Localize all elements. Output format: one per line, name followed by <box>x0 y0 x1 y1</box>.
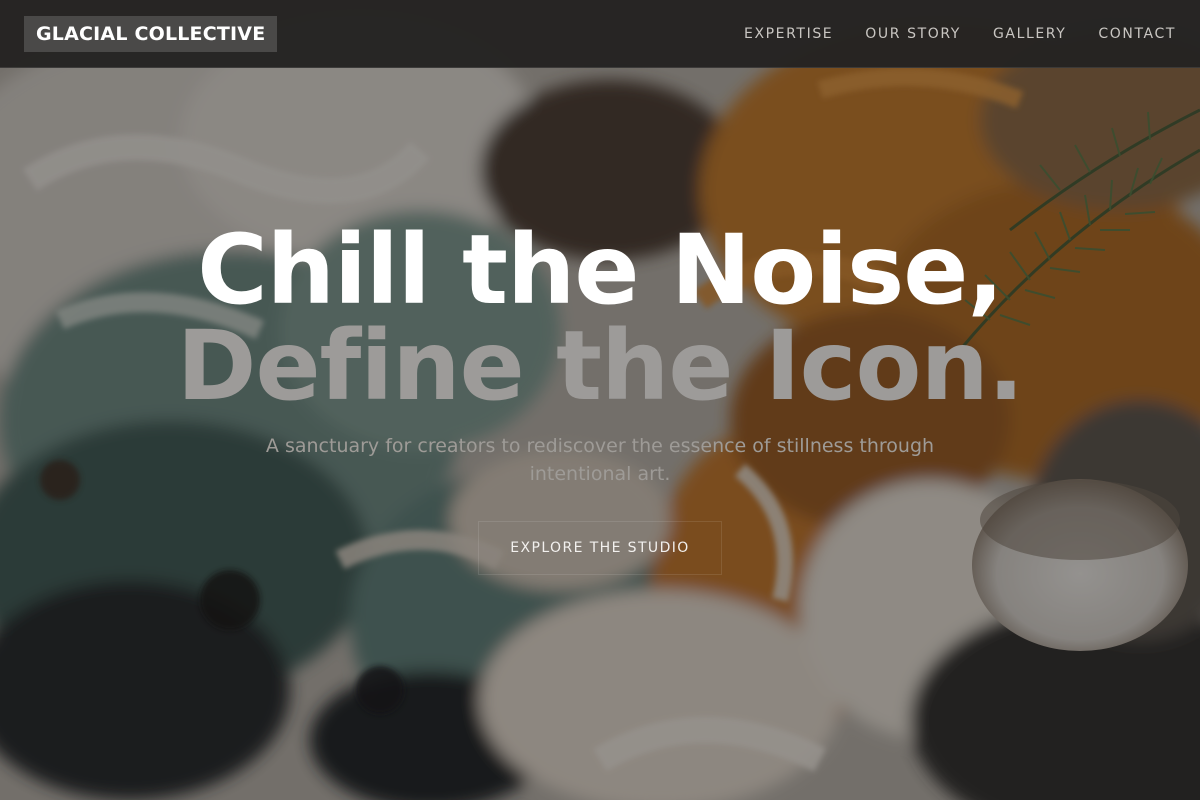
navbar: GLACIAL COLLECTIVE EXPERTISE OUR STORY G… <box>0 0 1200 68</box>
nav-link-expertise[interactable]: EXPERTISE <box>744 26 833 42</box>
hero-headline-primary: Chill the Noise, <box>197 214 1004 326</box>
brand-logo[interactable]: GLACIAL COLLECTIVE <box>24 16 278 52</box>
explore-studio-button[interactable]: EXPLORE THE STUDIO <box>478 521 722 575</box>
page: GLACIAL COLLECTIVE EXPERTISE OUR STORY G… <box>0 0 1200 800</box>
nav-link-contact[interactable]: CONTACT <box>1098 26 1176 42</box>
nav-links: EXPERTISE OUR STORY GALLERY CONTACT <box>712 0 1176 68</box>
nav-link-gallery[interactable]: GALLERY <box>993 26 1066 42</box>
hero-section: Chill the Noise, Define the Icon. A sanc… <box>0 68 1200 800</box>
hero-headline-secondary: Define the Icon. <box>176 310 1025 422</box>
hero-subtitle: A sanctuary for creators to rediscover t… <box>265 435 935 485</box>
nav-link-our-story[interactable]: OUR STORY <box>865 26 961 42</box>
